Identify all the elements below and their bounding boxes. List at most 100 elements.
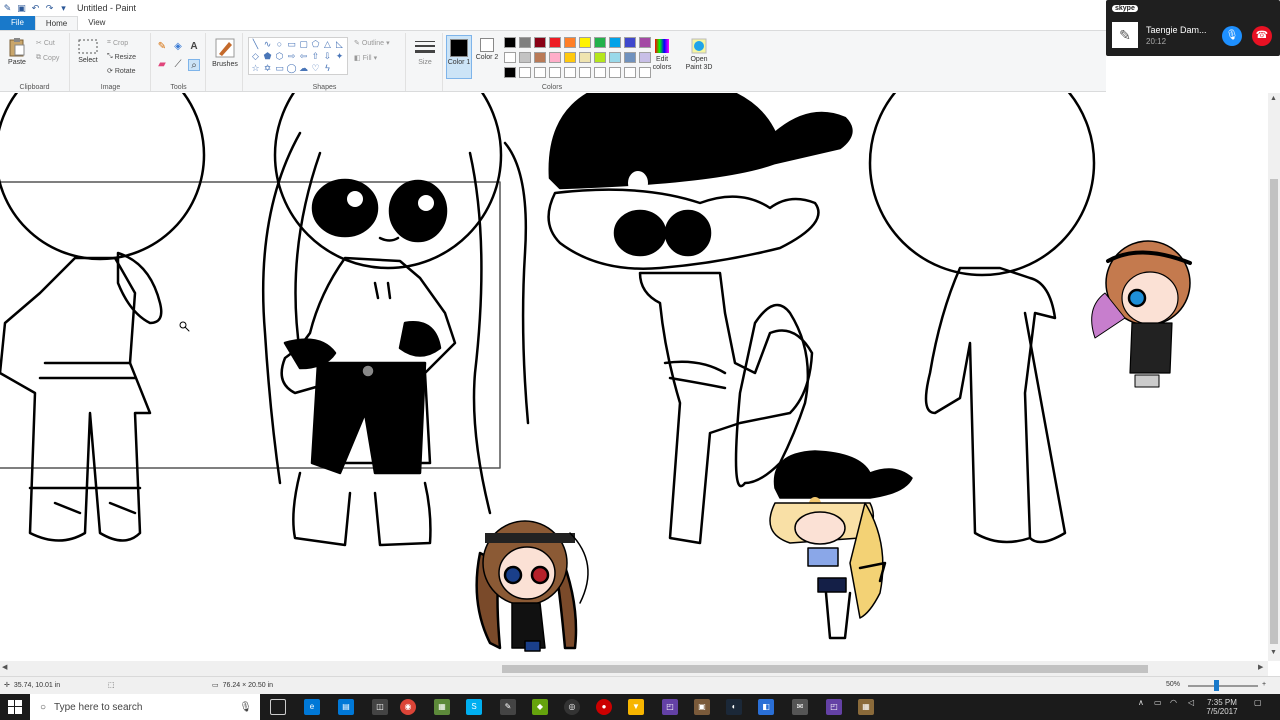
five-point-star-shape-icon[interactable]: ☆ [250, 63, 261, 74]
redo-icon[interactable]: ↷ [44, 3, 55, 14]
color-swatch[interactable] [504, 37, 516, 48]
color-swatch[interactable] [564, 67, 576, 78]
color-swatch[interactable] [624, 52, 636, 63]
vertical-scroll-thumb[interactable] [1270, 179, 1278, 644]
color-swatch[interactable] [594, 52, 606, 63]
color-swatch[interactable] [534, 52, 546, 63]
undo-icon[interactable]: ↶ [30, 3, 41, 14]
app-taskbar-icon-1[interactable]: ◆ [532, 699, 548, 715]
color-swatch[interactable] [549, 67, 561, 78]
line-shape-icon[interactable]: ╲ [250, 39, 261, 50]
color-picker-icon[interactable]: ⟋ [172, 59, 184, 71]
eraser-icon[interactable]: ▰ [156, 59, 168, 71]
pencil-icon[interactable]: ✎ [156, 41, 168, 53]
color-swatch[interactable] [549, 37, 561, 48]
color1-button[interactable]: Color 1 [446, 35, 472, 79]
scroll-left-icon[interactable]: ◀ [2, 663, 7, 671]
left-arrow-shape-icon[interactable]: ⇦ [298, 51, 309, 62]
color-swatch[interactable] [579, 67, 591, 78]
microphone-icon[interactable]: 🎙 [239, 702, 252, 713]
volume-icon[interactable]: ◁ [1188, 698, 1194, 707]
vertical-scrollbar[interactable]: ▲ ▼ [1268, 93, 1280, 661]
color-swatch[interactable] [579, 52, 591, 63]
network-icon[interactable]: ▭ [1154, 698, 1162, 707]
horizontal-scrollbar[interactable]: ◀ ▶ [0, 661, 1268, 676]
end-call-button[interactable]: ☎ [1252, 26, 1272, 46]
skype-call-overlay[interactable]: skype ✎ Taengie Dam... 20:12 🎙 ☎ [1106, 0, 1280, 56]
color-swatch[interactable] [519, 37, 531, 48]
color-swatch[interactable] [504, 67, 516, 78]
color-swatch[interactable] [534, 37, 546, 48]
tab-view[interactable]: View [78, 16, 115, 30]
minecraft-icon[interactable]: ▦ [434, 699, 450, 715]
copy-button[interactable]: ⧉ Copy [36, 54, 59, 62]
tab-file[interactable]: File [0, 16, 35, 30]
color-swatch[interactable] [564, 37, 576, 48]
mute-button[interactable]: 🎙 [1222, 26, 1242, 46]
tray-chevron-icon[interactable]: ∧ [1138, 698, 1144, 707]
six-point-star-shape-icon[interactable]: ✡ [262, 63, 273, 74]
skype-taskbar-icon[interactable]: S [466, 699, 482, 715]
color-swatch[interactable] [609, 67, 621, 78]
color-swatch[interactable] [594, 37, 606, 48]
diamond-shape-icon[interactable]: ◇ [250, 51, 261, 62]
windows-start-icon[interactable] [8, 700, 22, 714]
color-swatch[interactable] [594, 67, 606, 78]
horizontal-scroll-thumb[interactable] [502, 665, 1148, 673]
rotate-button[interactable]: ⟳ Rotate [107, 67, 136, 76]
outline-dropdown[interactable]: ✎ Outline ▾ [354, 39, 390, 48]
cloud-callout-shape-icon[interactable]: ☁ [298, 63, 309, 74]
rounded-rect-shape-icon[interactable]: ▢ [298, 39, 309, 50]
mail-icon[interactable]: ✉ [792, 699, 808, 715]
color2-button[interactable]: Color 2 [474, 38, 500, 62]
notifications-icon[interactable]: ▢ [1254, 698, 1262, 707]
rectangle-shape-icon[interactable]: ▭ [286, 39, 297, 50]
scroll-up-icon[interactable]: ▲ [1270, 95, 1277, 102]
zoom-in-icon[interactable]: + [1262, 681, 1266, 688]
scroll-right-icon[interactable]: ▶ [1258, 663, 1263, 671]
four-point-star-shape-icon[interactable]: ✦ [334, 51, 345, 62]
paint-taskbar-icon[interactable]: ✎ [500, 699, 516, 715]
zoom-slider-track[interactable] [1188, 685, 1258, 687]
taskbar-search-box[interactable]: ○ Type here to search 🎙 [30, 694, 260, 720]
right-arrow-shape-icon[interactable]: ⇨ [286, 51, 297, 62]
right-triangle-shape-icon[interactable]: ◺ [334, 39, 345, 50]
record-icon[interactable]: ● [596, 699, 612, 715]
paint-app-icon[interactable]: ✎ [2, 3, 13, 14]
task-view-icon[interactable] [270, 699, 286, 715]
open-paint3d-button[interactable]: Open Paint 3D [682, 38, 716, 72]
color-swatch[interactable] [564, 52, 576, 63]
edit-colors-button[interactable]: Edit colors [650, 38, 674, 72]
select-button[interactable]: Select [75, 39, 101, 65]
color-swatch[interactable] [519, 52, 531, 63]
app-taskbar-icon-5[interactable]: ▦ [858, 699, 874, 715]
customize-qat-icon[interactable]: ▾ [58, 3, 69, 14]
chrome-icon[interactable]: ◉ [400, 699, 416, 715]
color-swatch[interactable] [519, 67, 531, 78]
color-swatch[interactable] [504, 52, 516, 63]
obs-icon[interactable]: ◎ [564, 699, 580, 715]
twitch-app-icon[interactable]: ◰ [826, 699, 842, 715]
color-swatch[interactable] [624, 67, 636, 78]
curve-shape-icon[interactable]: ∿ [262, 39, 273, 50]
color-swatch[interactable] [624, 37, 636, 48]
store-bag-icon[interactable]: ◫ [372, 699, 388, 715]
callout-oval-shape-icon[interactable]: ◯ [286, 63, 297, 74]
drawing-canvas[interactable] [0, 93, 1268, 661]
triangle-shape-icon[interactable]: △ [322, 39, 333, 50]
crop-button[interactable]: ⌗ Crop [107, 39, 128, 47]
scroll-down-icon[interactable]: ▼ [1270, 649, 1277, 656]
text-tool-icon[interactable]: A [188, 41, 200, 53]
store-icon[interactable]: ▤ [338, 699, 354, 715]
wifi-icon[interactable]: ◠ [1170, 698, 1177, 707]
hexagon-shape-icon[interactable]: ⬡ [274, 51, 285, 62]
down-arrow-shape-icon[interactable]: ⇩ [322, 51, 333, 62]
up-arrow-shape-icon[interactable]: ⇧ [310, 51, 321, 62]
oval-shape-icon[interactable]: ○ [274, 39, 285, 50]
size-button[interactable]: Size [410, 39, 440, 67]
edge-browser-icon[interactable]: e [304, 699, 320, 715]
color-swatch[interactable] [609, 37, 621, 48]
heart-shape-icon[interactable]: ♡ [310, 63, 321, 74]
color-swatch[interactable] [534, 67, 546, 78]
fill-bucket-icon[interactable]: ◈ [172, 41, 184, 53]
